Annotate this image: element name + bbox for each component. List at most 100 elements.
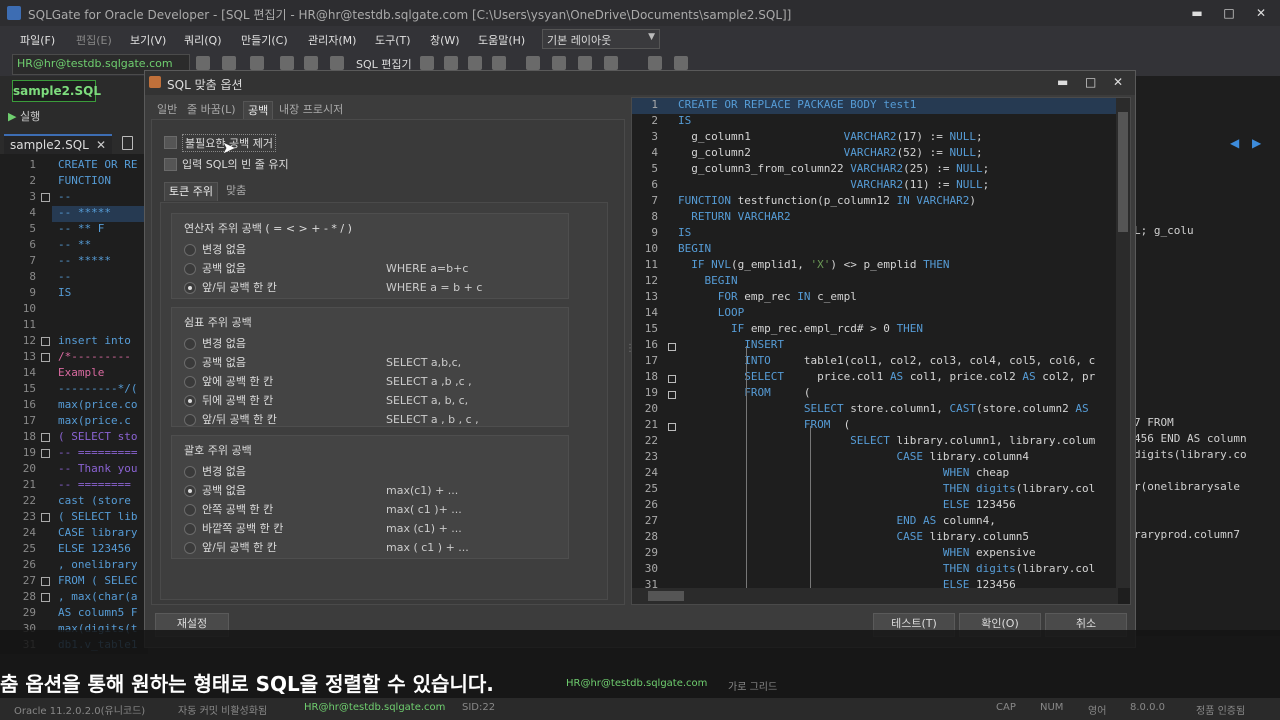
new-document-icon[interactable]	[122, 136, 133, 150]
paren-no-space-radio[interactable]	[184, 485, 196, 497]
status-bar: Oracle 11.2.0.2.0(유니코드) 자동 커밋 비활성화됨 HR@h…	[0, 698, 1280, 720]
comma-no-change-radio[interactable]	[184, 338, 196, 350]
fold-toggle-icon[interactable]	[41, 337, 50, 346]
menu-help[interactable]: 도움말(H)	[478, 32, 525, 48]
paren-both-space-radio[interactable]	[184, 542, 196, 554]
fold-toggle-icon[interactable]	[668, 343, 676, 351]
toolbar-tool-icon[interactable]	[648, 56, 662, 70]
fold-toggle-icon[interactable]	[41, 577, 50, 586]
horizontal-scrollbar[interactable]	[632, 588, 1118, 604]
menu-create[interactable]: 만들기(C)	[241, 32, 288, 48]
fold-toggle-icon[interactable]	[41, 449, 50, 458]
editor-tab[interactable]: sample2.SQL ✕	[4, 134, 112, 154]
horizontal-scroll-thumb[interactable]	[648, 591, 684, 601]
fold-toggle-icon[interactable]	[41, 593, 50, 602]
close-tab-icon[interactable]: ✕	[96, 136, 106, 154]
line-number: 5	[29, 222, 36, 235]
preview-line-number: 4	[651, 146, 658, 159]
minimize-button[interactable]: ▬	[1184, 4, 1210, 22]
keep-blank-lines-checkbox[interactable]	[164, 158, 177, 171]
menu-admin[interactable]: 관리자(M)	[308, 32, 356, 48]
paren-no-change-radio[interactable]	[184, 466, 196, 478]
dialog-minimize-button[interactable]: ▬	[1057, 75, 1068, 89]
fold-toggle-icon[interactable]	[41, 433, 50, 442]
fold-toggle-icon[interactable]	[41, 513, 50, 522]
fold-toggle-icon[interactable]	[668, 391, 676, 399]
paren-inner-space-radio[interactable]	[184, 504, 196, 516]
toolbar-tool-icon[interactable]	[526, 56, 540, 70]
menu-edit[interactable]: 편집(E)	[76, 32, 112, 48]
line-number: 12	[22, 334, 36, 347]
remove-spaces-checkbox[interactable]	[164, 136, 177, 149]
vertical-scrollbar[interactable]	[1116, 98, 1130, 588]
fold-toggle-icon[interactable]	[41, 353, 50, 362]
tab-general[interactable]: 일반	[153, 101, 181, 119]
code-token: library.column1, library.colum	[896, 434, 1096, 447]
run-button[interactable]: ▶ 실행	[8, 108, 40, 124]
tab-line-break[interactable]: 줄 바꿈(L)	[183, 101, 240, 119]
play-icon: ▶	[8, 110, 17, 123]
fold-toggle-icon[interactable]	[668, 375, 676, 383]
close-window-button[interactable]: ✕	[1248, 4, 1274, 22]
arrow-left-icon[interactable]: ◀	[1230, 136, 1239, 150]
toolbar-tool-icon[interactable]	[674, 56, 688, 70]
tab-whitespace[interactable]: 공백	[243, 101, 274, 120]
status-license: 정품 인증됨	[1196, 706, 1246, 717]
menu-query[interactable]: 쿼리(Q)	[184, 32, 221, 48]
code-token: THEN digits	[678, 562, 1016, 575]
code-fragment: ---------*/(	[58, 382, 138, 395]
menu-view[interactable]: 보기(V)	[130, 32, 166, 48]
toolbar-tool-icon[interactable]	[604, 56, 618, 70]
layout-combo[interactable]: 기본 레이아웃 ▼	[542, 29, 660, 49]
code-token: THEN	[896, 322, 924, 335]
menu-file[interactable]: 파일(F)	[20, 32, 55, 48]
sql-editor-icon[interactable]	[330, 56, 344, 70]
splitter-handle[interactable]: ⋮	[625, 343, 635, 354]
vertical-scroll-thumb[interactable]	[1118, 112, 1128, 232]
code-fragment: -- ========	[58, 478, 131, 491]
code-fragment: r(onelibrarysale	[1134, 480, 1240, 493]
toolbar-tool-icon[interactable]	[444, 56, 458, 70]
toolbar-tool-icon[interactable]	[492, 56, 506, 70]
menu-window[interactable]: 창(W)	[430, 32, 460, 48]
toolbar-tool-icon[interactable]	[468, 56, 482, 70]
comma-after-space-radio[interactable]	[184, 395, 196, 407]
operator-no-space-radio[interactable]	[184, 263, 196, 275]
toolbar-tool-icon[interactable]	[250, 56, 264, 70]
preview-line: 2 IS	[632, 114, 1130, 130]
document-tab-sample2[interactable]: sample2.SQL	[12, 80, 101, 102]
toolbar-tool-icon[interactable]	[280, 56, 294, 70]
fold-toggle-icon[interactable]	[668, 423, 676, 431]
fold-toggle-icon[interactable]	[41, 193, 50, 202]
maximize-button[interactable]: □	[1216, 4, 1242, 22]
toolbar-tool-icon[interactable]	[222, 56, 236, 70]
subtab-around-tokens[interactable]: 토큰 주위	[164, 182, 218, 201]
comma-both-space-radio[interactable]	[184, 414, 196, 426]
subtab-alignment[interactable]: 맞춤	[222, 182, 250, 200]
toolbar-tool-icon[interactable]	[196, 56, 210, 70]
toolbar-tool-icon[interactable]	[420, 56, 434, 70]
code-fragment: 456 END AS column	[1134, 432, 1247, 445]
code-fragment: raryprod.column7	[1134, 528, 1240, 541]
menu-tools[interactable]: 도구(T)	[375, 32, 411, 48]
dialog-maximize-button[interactable]: □	[1085, 75, 1096, 89]
arrow-right-icon[interactable]: ▶	[1252, 136, 1261, 150]
preview-line-number: 12	[644, 274, 658, 287]
operator-no-change-radio[interactable]	[184, 244, 196, 256]
code-fragment: Example	[58, 366, 105, 379]
paren-outer-space-radio[interactable]	[184, 523, 196, 535]
format-preview-editor[interactable]: 1 CREATE OR REPLACE PACKAGE BODY test1 2 IS…	[631, 97, 1131, 605]
operator-both-space-radio[interactable]	[184, 282, 196, 294]
toolbar-tool-icon[interactable]	[552, 56, 566, 70]
comma-both-space-label: 앞/뒤 공백 한 칸	[202, 413, 277, 426]
comma-no-space-radio[interactable]	[184, 357, 196, 369]
toolbar-tool-icon[interactable]	[304, 56, 318, 70]
comma-before-space-radio[interactable]	[184, 376, 196, 388]
code-token: THEN digits	[678, 482, 1016, 495]
toolbar-tool-icon[interactable]	[578, 56, 592, 70]
comma-no-space-label: 공백 없음	[202, 356, 246, 369]
code-token: WHEN	[678, 546, 977, 559]
tab-stored-procedure[interactable]: 내장 프로시저	[275, 101, 347, 119]
background-sql-editor[interactable]: 1 CREATE OR RE 2 FUNCTION 3 -- 4 -- ***** 5 -…	[0, 154, 148, 654]
dialog-close-button[interactable]: ✕	[1113, 75, 1123, 89]
